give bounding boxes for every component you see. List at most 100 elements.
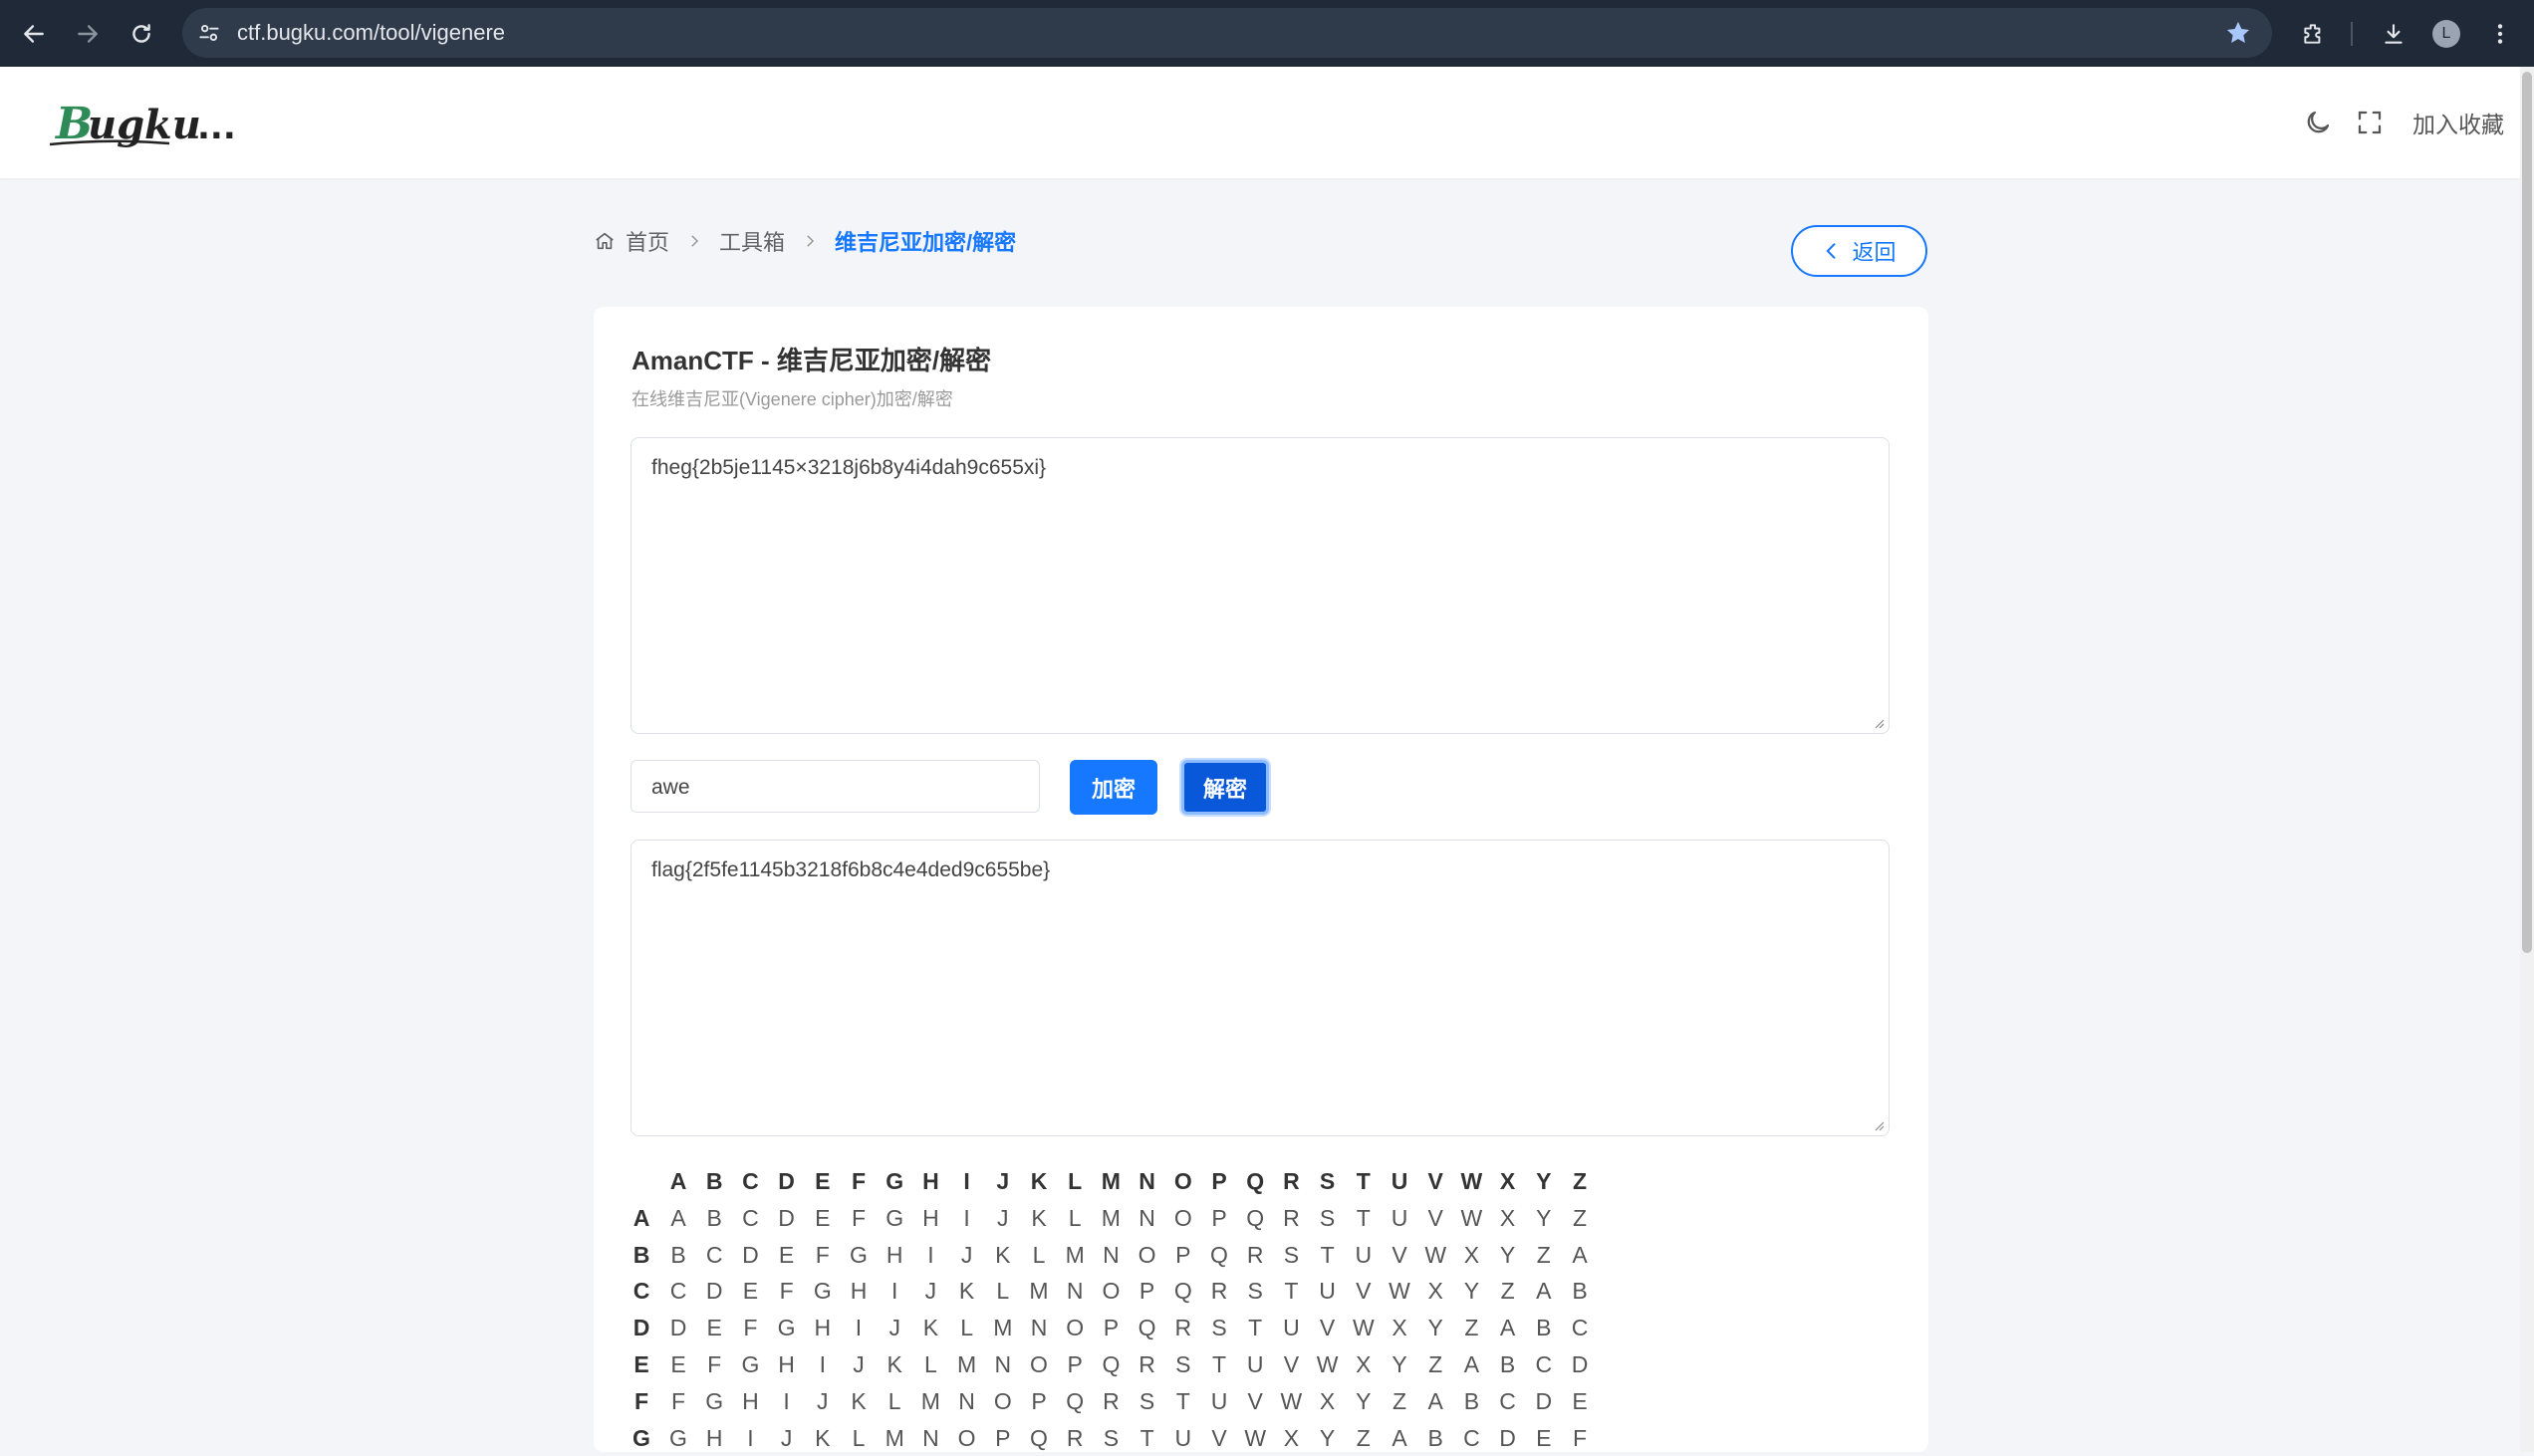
forward-arrow-icon[interactable] [68, 14, 108, 54]
fullscreen-icon[interactable] [2353, 106, 2387, 139]
chevron-right-icon [807, 235, 815, 247]
table-cell: Z [1392, 1387, 1407, 1414]
input-textarea[interactable]: fheg{2b5je1145×3218j6b8y4i4dah9c655xi} [631, 437, 1890, 734]
add-favorite-link[interactable]: 加入收藏 [2412, 106, 2504, 139]
table-cell: O [1138, 1241, 1156, 1268]
table-cell: O [993, 1387, 1012, 1414]
address-bar[interactable]: ctf.bugku.com/tool/vigenere [182, 8, 2272, 58]
table-header-cell: K [1030, 1168, 1048, 1194]
page-subtitle: 在线维吉尼亚(Vigenere cipher)加密/解密 [632, 389, 953, 409]
table-cell: D [1499, 1424, 1516, 1451]
table-cell: J [780, 1424, 793, 1451]
table-cell: A [1572, 1241, 1588, 1268]
output-textarea[interactable]: flag{2f5fe1145b3218f6b8c4e4ded9c655be} [631, 840, 1890, 1136]
table-cell: C [1463, 1424, 1480, 1451]
table-cell: A [1463, 1351, 1480, 1377]
url-text[interactable]: ctf.bugku.com/tool/vigenere [237, 8, 505, 58]
table-cell: Z [1500, 1278, 1515, 1305]
table-cell: G [886, 1204, 904, 1231]
table-cell: J [924, 1278, 937, 1305]
table-header-cell: M [1101, 1168, 1121, 1194]
table-cell: P [1031, 1387, 1047, 1414]
key-value: awe [651, 776, 690, 799]
table-cell: I [855, 1315, 863, 1341]
encrypt-button[interactable]: 加密 [1070, 760, 1157, 815]
table-cell: C [705, 1241, 723, 1268]
table-cell: L [852, 1424, 866, 1451]
table-cell: Y [1536, 1204, 1552, 1231]
table-header-cell: B [705, 1168, 723, 1194]
table-cell: Y [1463, 1278, 1480, 1305]
table-cell: K [995, 1241, 1011, 1268]
table-cell: I [747, 1424, 754, 1451]
table-header-cell: Z [1572, 1168, 1588, 1194]
table-header-cell: A [669, 1168, 687, 1194]
home-icon[interactable] [594, 230, 616, 252]
bookmark-star-icon[interactable] [2224, 19, 2252, 47]
input-text: fheg{2b5je1145×3218j6b8y4i4dah9c655xi} [651, 456, 1047, 479]
more-menu-icon[interactable] [2480, 14, 2520, 54]
table-cell: T [1211, 1351, 1227, 1377]
download-icon[interactable] [2374, 14, 2413, 54]
table-cell: O [1066, 1315, 1085, 1341]
table-cell: F [851, 1204, 867, 1231]
table-cell: K [815, 1424, 831, 1451]
table-cell: C [1535, 1351, 1553, 1377]
table-cell: L [960, 1315, 973, 1341]
table-cell: G [850, 1241, 868, 1268]
site-settings-icon[interactable] [196, 20, 222, 46]
table-cell: Y [1356, 1387, 1372, 1414]
table-cell: P [1175, 1241, 1191, 1268]
back-arrow-icon[interactable] [14, 14, 54, 54]
table-row-label: D [633, 1315, 650, 1341]
table-cell: O [957, 1424, 976, 1451]
table-cell: Z [1428, 1351, 1443, 1377]
table-cell: T [1248, 1315, 1263, 1341]
table-cell: U [1210, 1387, 1228, 1414]
profile-avatar[interactable]: L [2426, 14, 2466, 54]
extensions-icon[interactable] [2294, 14, 2334, 54]
table-header-cell: F [851, 1168, 867, 1194]
table-cell: Y [1427, 1315, 1443, 1341]
table-cell: Z [1464, 1315, 1479, 1341]
table-cell: D [705, 1278, 723, 1305]
decrypt-button[interactable]: 解密 [1181, 760, 1269, 815]
page-title: AmanCTF - 维吉尼亚加密/解密 [632, 346, 992, 375]
table-cell: L [887, 1387, 901, 1414]
back-button[interactable]: 返回 [1791, 225, 1927, 277]
resize-handle-icon[interactable] [1873, 717, 1885, 729]
reload-icon[interactable] [122, 14, 161, 54]
scrollbar-thumb[interactable] [2522, 72, 2532, 953]
table-header-cell: G [886, 1168, 904, 1194]
table-cell: K [922, 1315, 939, 1341]
table-cell: P [1139, 1278, 1155, 1305]
table-cell: A [1499, 1315, 1516, 1341]
table-cell: Q [1210, 1241, 1228, 1268]
table-cell: F [779, 1278, 794, 1305]
table-cell: G [669, 1424, 687, 1451]
table-cell: E [706, 1315, 722, 1341]
table-cell: M [993, 1315, 1013, 1341]
dark-mode-moon-icon[interactable] [2301, 106, 2335, 139]
table-header-cell: U [1391, 1168, 1408, 1194]
table-cell: T [1175, 1387, 1190, 1414]
table-cell: A [670, 1204, 686, 1231]
table-cell: X [1499, 1204, 1516, 1231]
bugku-logo[interactable]: B ugku ... [49, 95, 249, 154]
table-cell: H [705, 1424, 723, 1451]
table-row-label: F [634, 1387, 649, 1414]
key-input[interactable]: awe [631, 760, 1040, 813]
table-cell: B [1463, 1387, 1480, 1414]
table-row-label: G [633, 1424, 650, 1451]
table-cell: V [1319, 1315, 1336, 1341]
resize-handle-icon[interactable] [1873, 1119, 1885, 1131]
breadcrumb-home[interactable]: 首页 [626, 225, 669, 257]
table-cell: I [890, 1278, 898, 1305]
breadcrumb-toolbox[interactable]: 工具箱 [719, 225, 785, 257]
table-cell: B [1572, 1278, 1588, 1305]
table-cell: C [742, 1204, 759, 1231]
table-cell: G [705, 1387, 724, 1414]
table-header-cell: J [996, 1168, 1010, 1194]
table-cell: Q [1030, 1424, 1048, 1451]
output-text: flag{2f5fe1145b3218f6b8c4e4ded9c655be} [651, 858, 1051, 881]
